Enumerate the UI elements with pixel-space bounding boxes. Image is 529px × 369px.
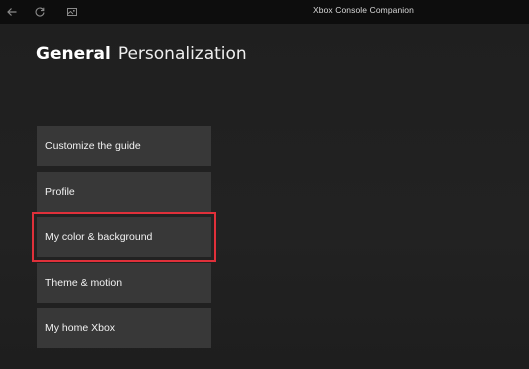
back-button[interactable] — [2, 2, 22, 22]
personalization-menu: Customize the guide Profile My color & b… — [32, 126, 216, 354]
menu-item-label: Theme & motion — [45, 276, 123, 289]
section-title: General — [36, 44, 111, 64]
menu-item-label: My home Xbox — [45, 322, 116, 334]
menu-item-customize-guide[interactable]: Customize the guide — [37, 126, 211, 166]
settings-page: General Personalization Customize the gui… — [0, 24, 529, 369]
refresh-icon — [35, 7, 45, 17]
page-title: General Personalization — [36, 44, 247, 64]
menu-item-color-background[interactable]: My color & background — [32, 212, 216, 262]
back-arrow-icon — [7, 8, 17, 16]
menu-item-theme-motion[interactable]: Theme & motion — [37, 262, 211, 303]
title-bar: Xbox Console Companion — [0, 0, 529, 24]
snapshot-button[interactable] — [62, 2, 82, 22]
subsection-title: Personalization — [117, 44, 247, 64]
menu-item-label: Profile — [45, 185, 75, 198]
app-title: Xbox Console Companion — [313, 5, 414, 15]
refresh-button[interactable] — [30, 2, 50, 22]
menu-item-home-xbox[interactable]: My home Xbox — [37, 308, 211, 348]
snapshot-icon — [67, 8, 77, 16]
menu-item-label: My color & background — [45, 231, 153, 243]
menu-item-profile[interactable]: Profile — [37, 171, 211, 212]
menu-item-label: Customize the guide — [45, 140, 141, 152]
